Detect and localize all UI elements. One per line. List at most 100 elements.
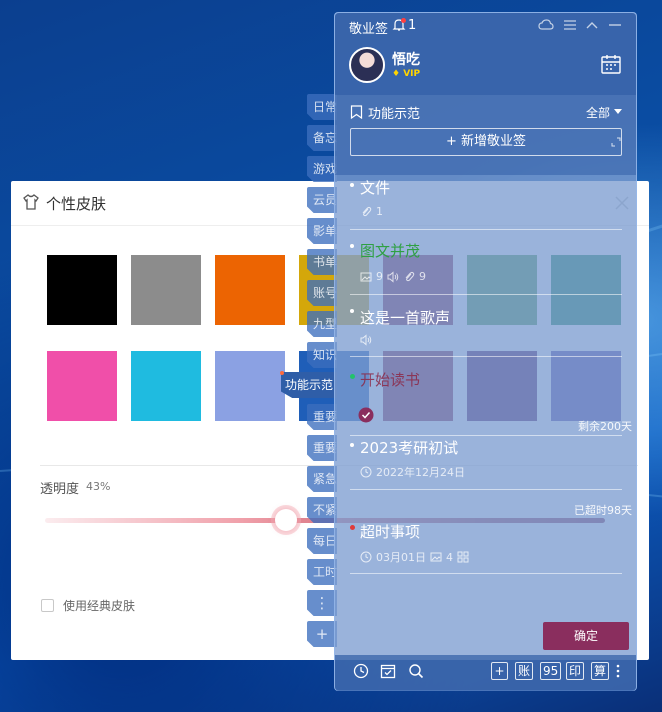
attachment-count: 1 bbox=[376, 205, 383, 218]
chevron-down-icon[interactable] bbox=[614, 109, 622, 114]
note-status-dot bbox=[350, 525, 355, 530]
speaker-icon bbox=[387, 270, 399, 283]
classic-skin-checkbox[interactable] bbox=[41, 599, 54, 612]
confirm-button[interactable]: 确定 bbox=[543, 622, 629, 650]
note-meta: 9 9 bbox=[360, 270, 426, 283]
category-tooltip: 功能示范 bbox=[281, 372, 337, 398]
opacity-label: 透明度 bbox=[40, 482, 80, 497]
skin-dialog-title: 个性皮肤 bbox=[46, 195, 107, 213]
note-date: 2022年12月24日 bbox=[376, 466, 465, 479]
note-meta: 03月01日 4 bbox=[360, 549, 469, 565]
calendar-icon[interactable] bbox=[600, 53, 622, 75]
side-tab[interactable]: 日常 bbox=[307, 94, 337, 120]
clock-icon bbox=[360, 466, 372, 478]
note-item[interactable]: 已超时98天 超时事项 03月01日 4 bbox=[350, 490, 632, 574]
vip-label: VIP bbox=[403, 69, 421, 79]
category-title: 功能示范 bbox=[368, 107, 421, 122]
classic-skin-label: 使用经典皮肤 bbox=[63, 599, 136, 613]
app-name: 敬业签 bbox=[349, 22, 389, 37]
note-item[interactable]: 2023考研初试 2022年12月24日 bbox=[350, 436, 622, 490]
qr-code-icon bbox=[457, 551, 469, 563]
side-tab[interactable]: 影单 bbox=[307, 218, 337, 244]
paperclip-icon bbox=[362, 206, 372, 216]
toolbar-print-button[interactable]: 印 bbox=[566, 662, 585, 680]
add-note-button[interactable]: + 新增敬业签 bbox=[350, 128, 622, 156]
side-tab[interactable]: ⋮ bbox=[307, 590, 337, 616]
side-tab[interactable]: 紧急 bbox=[307, 466, 337, 492]
days-remaining: 剩余200天 bbox=[578, 420, 632, 433]
toolbar-calc-button[interactable]: 算 bbox=[591, 662, 610, 680]
check-circle-icon[interactable] bbox=[358, 407, 374, 423]
notification-dot bbox=[401, 18, 406, 23]
skin-swatch[interactable] bbox=[215, 351, 285, 421]
note-status-dot bbox=[350, 374, 355, 379]
minimize-icon[interactable] bbox=[607, 18, 623, 32]
note-bullet bbox=[350, 309, 354, 313]
opacity-slider-thumb[interactable] bbox=[274, 509, 297, 531]
attachment-count: 9 bbox=[419, 270, 426, 283]
image-icon bbox=[430, 552, 442, 562]
image-count: 9 bbox=[376, 270, 383, 283]
calendar-check-icon[interactable] bbox=[380, 663, 396, 679]
speaker-icon bbox=[360, 334, 372, 346]
clock-icon[interactable] bbox=[353, 663, 369, 679]
side-tab[interactable]: 账号 bbox=[307, 280, 337, 306]
note-title: 这是一首歌声 bbox=[360, 309, 451, 327]
clock-icon bbox=[360, 551, 372, 563]
cloud-sync-icon[interactable] bbox=[538, 18, 554, 32]
add-note-label: + 新增敬业签 bbox=[445, 134, 527, 149]
side-tab[interactable]: 每日 bbox=[307, 528, 337, 554]
side-tab[interactable]: 游戏 bbox=[307, 156, 337, 182]
side-tab[interactable]: + bbox=[307, 621, 337, 647]
note-date: 03月01日 bbox=[376, 551, 426, 564]
note-bullet bbox=[350, 244, 354, 248]
bookmark-icon bbox=[350, 105, 363, 119]
side-tab[interactable]: 工时 bbox=[307, 559, 337, 585]
side-tab[interactable]: 九型 bbox=[307, 311, 337, 337]
note-bullet bbox=[350, 443, 354, 447]
note-title: 图文并茂 bbox=[360, 242, 421, 260]
note-item[interactable]: 开始读书 剩余200天 bbox=[350, 357, 632, 436]
paperclip-icon bbox=[405, 271, 415, 281]
search-icon[interactable] bbox=[408, 663, 424, 679]
side-tab[interactable]: 云员 bbox=[307, 187, 337, 213]
side-tab[interactable]: 备忘 bbox=[307, 125, 337, 151]
note-meta bbox=[358, 407, 374, 423]
note-title: 开始读书 bbox=[360, 371, 421, 389]
tshirt-icon bbox=[23, 194, 39, 210]
avatar[interactable] bbox=[349, 47, 385, 83]
toolbar-account-button[interactable]: 账 bbox=[515, 662, 534, 680]
side-tab[interactable]: 不紧 bbox=[307, 497, 337, 523]
vip-badge: ♦ VIP bbox=[392, 69, 421, 79]
side-tab[interactable]: 书单 bbox=[307, 249, 337, 275]
expand-icon[interactable] bbox=[611, 137, 621, 147]
toolbar-95-button[interactable]: 95 bbox=[540, 662, 562, 680]
skin-swatch[interactable] bbox=[47, 351, 117, 421]
note-title: 超时事项 bbox=[360, 523, 421, 541]
note-item[interactable]: 这是一首歌声 bbox=[350, 295, 622, 357]
image-count: 4 bbox=[446, 550, 453, 564]
notes-panel: 敬业签 1 悟吃 ♦ VIP 功能示范 全部 + 新增敬业签 文件 1 图文并茂… bbox=[334, 12, 637, 691]
skin-swatch[interactable] bbox=[131, 255, 201, 325]
overdue-days: 已超时98天 bbox=[574, 504, 632, 517]
note-bullet bbox=[350, 183, 354, 187]
skin-swatch[interactable] bbox=[131, 351, 201, 421]
collapse-up-icon[interactable] bbox=[584, 18, 600, 32]
note-item[interactable]: 文件 1 bbox=[350, 173, 622, 230]
filter-dropdown[interactable]: 全部 bbox=[586, 104, 610, 121]
more-vertical-icon[interactable] bbox=[614, 663, 622, 679]
toolbar-add-button[interactable]: + bbox=[491, 662, 508, 680]
note-meta bbox=[360, 334, 372, 346]
note-title: 文件 bbox=[360, 179, 391, 197]
side-tab[interactable]: 知识 bbox=[307, 342, 337, 368]
skin-swatch[interactable] bbox=[47, 255, 117, 325]
note-title: 2023考研初试 bbox=[360, 439, 459, 457]
note-item[interactable]: 图文并茂 9 9 bbox=[350, 230, 622, 295]
menu-icon[interactable] bbox=[562, 18, 578, 32]
side-tab[interactable]: 重要 bbox=[307, 404, 337, 430]
note-meta: 1 bbox=[360, 205, 383, 218]
username: 悟吃 bbox=[392, 52, 420, 68]
side-tab[interactable]: 重要 bbox=[307, 435, 337, 461]
note-meta: 2022年12月24日 bbox=[360, 464, 465, 480]
skin-swatch[interactable] bbox=[215, 255, 285, 325]
